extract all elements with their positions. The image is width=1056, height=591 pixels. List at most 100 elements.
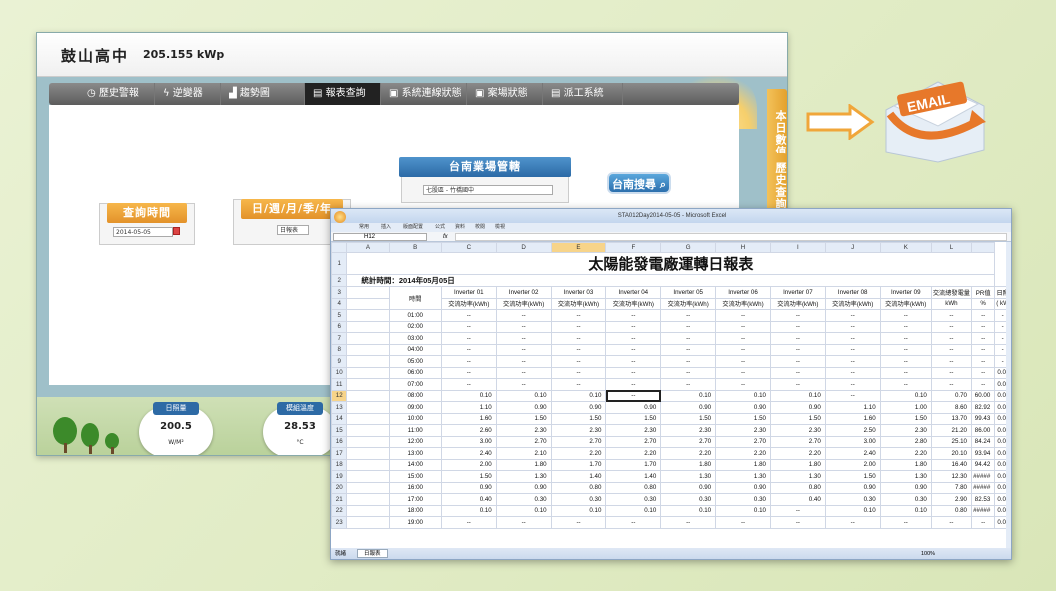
data-cell[interactable]: 0.10	[550, 504, 607, 517]
data-cell[interactable]: --	[930, 332, 973, 345]
data-cell[interactable]: --	[879, 378, 932, 391]
data-cell[interactable]: --	[824, 320, 881, 333]
data-cell[interactable]: 1.30	[715, 470, 771, 483]
data-cell[interactable]: --	[930, 343, 973, 356]
data-cell[interactable]: 2.30	[879, 424, 932, 437]
data-cell[interactable]: 1.80	[495, 458, 552, 471]
data-cell[interactable]: 0.10	[879, 389, 932, 402]
data-cell[interactable]: --	[495, 355, 552, 368]
row-header[interactable]: 2	[331, 274, 348, 287]
spreadsheet-grid[interactable]: A B C D E F G H I J K L 1 太陽能發電廠運轉日報表 2 統計時間：2014年05月05…	[331, 242, 1011, 529]
data-cell[interactable]: 0.90	[605, 401, 662, 414]
row-header[interactable]: 10	[331, 366, 348, 379]
data-cell[interactable]: --	[440, 516, 497, 529]
data-cell[interactable]: 1.80	[769, 458, 826, 471]
data-cell[interactable]: 2.40	[440, 447, 497, 460]
data-cell[interactable]: --	[970, 366, 996, 379]
ribbon-tab-view[interactable]: 檢視	[495, 223, 505, 232]
data-cell[interactable]: 1.00	[879, 401, 932, 414]
cell[interactable]	[346, 343, 390, 356]
data-cell[interactable]: --	[930, 516, 973, 529]
data-cell[interactable]: 0.90	[660, 401, 717, 414]
nav-connection-status[interactable]: ▣ 系統連線狀態	[381, 83, 467, 105]
data-cell[interactable]: --	[440, 343, 497, 356]
data-cell[interactable]: 2.20	[605, 447, 662, 460]
data-cell[interactable]: 0.90	[824, 481, 881, 494]
time-cell[interactable]: 02:00	[388, 320, 442, 333]
time-cell[interactable]: 11:00	[388, 424, 442, 437]
data-cell[interactable]: --	[605, 378, 662, 391]
data-cell[interactable]: --	[495, 366, 552, 379]
data-cell[interactable]: 2.40	[824, 447, 881, 460]
data-cell[interactable]: 1.40	[605, 470, 662, 483]
data-cell[interactable]: 60.00	[970, 389, 996, 402]
data-cell[interactable]: 3.00	[440, 435, 497, 448]
data-cell[interactable]: 1.30	[495, 470, 552, 483]
row-header[interactable]: 15	[331, 424, 348, 437]
data-cell[interactable]: 0.90	[715, 401, 771, 414]
time-cell[interactable]: 10:00	[388, 412, 442, 425]
data-cell[interactable]: 0.30	[550, 493, 607, 506]
data-cell[interactable]: 0.10	[440, 389, 497, 402]
column-header[interactable]: J	[824, 242, 881, 253]
data-cell[interactable]: 13.70	[930, 412, 973, 425]
data-cell[interactable]: 1.50	[660, 412, 717, 425]
data-cell[interactable]: --	[769, 332, 826, 345]
data-cell[interactable]: --	[440, 309, 497, 322]
data-cell[interactable]: --	[824, 366, 881, 379]
row-header[interactable]: 9	[331, 355, 348, 368]
data-cell[interactable]: 0.30	[605, 493, 662, 506]
row-header[interactable]: 13	[331, 401, 348, 414]
data-cell[interactable]: 99.43	[970, 412, 996, 425]
cell[interactable]	[346, 481, 390, 494]
data-cell[interactable]: 1.50	[715, 412, 771, 425]
row-header[interactable]: 14	[331, 412, 348, 425]
data-cell[interactable]: --	[879, 343, 932, 356]
row-header[interactable]: 8	[331, 343, 348, 356]
nav-alarm-history[interactable]: ◷ 歷史警報	[79, 83, 155, 105]
data-cell[interactable]: --	[970, 378, 996, 391]
data-cell[interactable]: 0.10	[550, 389, 607, 402]
data-cell[interactable]: 0.80	[605, 481, 662, 494]
row-header[interactable]: 17	[331, 447, 348, 460]
data-cell[interactable]: --	[970, 343, 996, 356]
data-cell[interactable]: 0.80	[550, 481, 607, 494]
data-cell[interactable]: --	[495, 309, 552, 322]
data-cell[interactable]: --	[970, 516, 996, 529]
data-cell[interactable]: 0.10	[495, 504, 552, 517]
data-cell[interactable]: --	[715, 343, 771, 356]
column-header[interactable]: C	[440, 242, 497, 253]
data-cell[interactable]: 1.50	[769, 412, 826, 425]
data-cell[interactable]: 2.70	[605, 435, 662, 448]
data-cell[interactable]: 84.24	[970, 435, 996, 448]
data-cell[interactable]: --	[660, 309, 717, 322]
data-cell[interactable]: 0.40	[769, 493, 826, 506]
column-header[interactable]: B	[388, 242, 442, 253]
data-cell[interactable]: --	[550, 516, 607, 529]
data-cell[interactable]: --	[715, 332, 771, 345]
data-cell[interactable]: 0.10	[715, 389, 771, 402]
data-cell[interactable]: 2.20	[660, 447, 717, 460]
data-cell[interactable]: --	[769, 343, 826, 356]
data-cell[interactable]: --	[879, 309, 932, 322]
data-cell[interactable]: 2.30	[715, 424, 771, 437]
data-cell[interactable]: 2.10	[495, 447, 552, 460]
time-cell[interactable]: 17:00	[388, 493, 442, 506]
data-cell[interactable]: --	[440, 366, 497, 379]
data-cell[interactable]: --	[715, 320, 771, 333]
data-cell[interactable]: 1.50	[824, 470, 881, 483]
data-cell[interactable]: #####	[970, 504, 996, 517]
data-cell[interactable]: --	[970, 309, 996, 322]
data-cell[interactable]: 93.94	[970, 447, 996, 460]
time-cell[interactable]: 04:00	[388, 343, 442, 356]
data-cell[interactable]: 1.80	[715, 458, 771, 471]
column-header[interactable]: A	[346, 242, 390, 253]
data-cell[interactable]: 82.53	[970, 493, 996, 506]
data-cell[interactable]: 0.90	[495, 481, 552, 494]
data-cell[interactable]: 1.30	[769, 470, 826, 483]
ribbon-tab-insert[interactable]: 插入	[381, 223, 391, 232]
time-cell[interactable]: 14:00	[388, 458, 442, 471]
data-cell[interactable]: --	[660, 366, 717, 379]
data-cell[interactable]: --	[715, 309, 771, 322]
row-header[interactable]: 7	[331, 332, 348, 345]
